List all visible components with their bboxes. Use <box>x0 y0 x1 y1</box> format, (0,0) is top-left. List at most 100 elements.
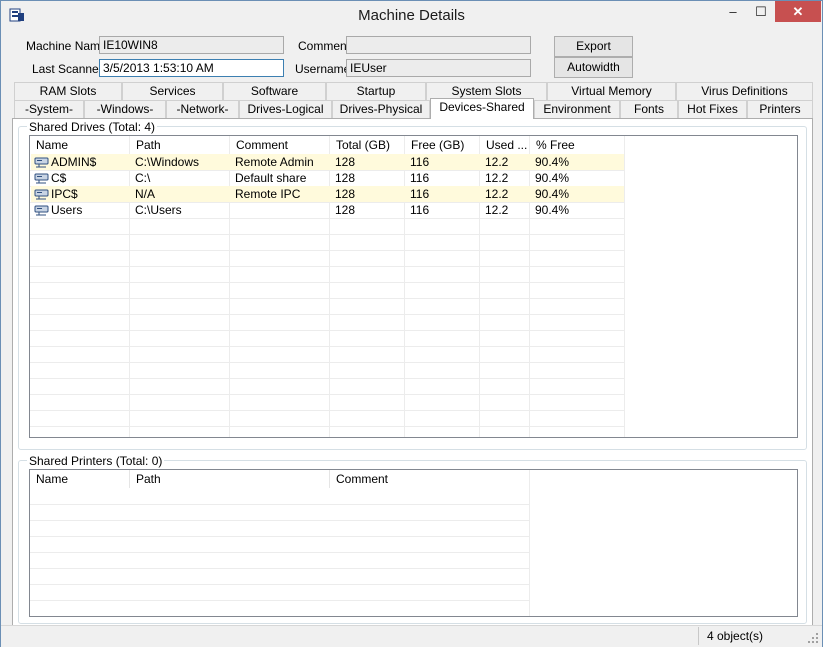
column-header-path[interactable]: Path <box>130 136 230 154</box>
table-row[interactable]: Users C:\Users 128 116 12.2 90.4% <box>31 202 624 218</box>
printer-column-header-comment[interactable]: Comment <box>330 470 530 488</box>
drive-name: ADMIN$ <box>51 155 97 169</box>
row-divider <box>30 266 625 267</box>
shared-drives-title: Shared Drives (Total: 4) <box>27 120 158 134</box>
table-cell-total-gb: 128 <box>335 187 356 201</box>
row-divider <box>30 394 625 395</box>
row-divider <box>30 378 625 379</box>
export-button[interactable]: Export <box>554 36 633 57</box>
minimize-button[interactable]: – <box>719 1 747 22</box>
tab-drives-physical[interactable]: Drives-Physical <box>332 100 430 118</box>
table-cell-used: 12.2 <box>485 171 509 185</box>
printer-column-header-name[interactable]: Name <box>30 470 130 488</box>
username-label: Username <box>295 62 351 76</box>
tab-network[interactable]: -Network- <box>166 100 239 118</box>
row-divider <box>30 520 530 521</box>
table-cell-name: Users <box>34 202 128 218</box>
shared-drive-icon <box>34 204 50 216</box>
column-header-free[interactable]: % Free <box>530 136 625 154</box>
username-field[interactable]: IEUser <box>346 59 531 77</box>
tab-fonts[interactable]: Fonts <box>620 100 678 118</box>
row-divider <box>30 282 625 283</box>
row-divider <box>30 298 625 299</box>
comment-label: Comment <box>298 39 351 53</box>
tab-startup[interactable]: Startup <box>326 82 426 100</box>
table-cell-free-gb: 116 <box>410 171 430 185</box>
last-scanned-label: Last Scanned <box>32 62 106 76</box>
row-divider <box>30 504 530 505</box>
tab-environment[interactable]: Environment <box>534 100 620 118</box>
tab-virus-definitions[interactable]: Virus Definitions <box>676 82 813 100</box>
tab-hot-fixes[interactable]: Hot Fixes <box>678 100 747 118</box>
table-cell-path: C:\ <box>135 171 151 185</box>
table-cell-comment <box>235 202 329 218</box>
row-divider <box>30 552 530 553</box>
row-divider <box>30 250 625 251</box>
tab-system[interactable]: -System- <box>14 100 84 118</box>
table-cell-path: C:\Users <box>135 203 182 217</box>
tab-services[interactable]: Services <box>122 82 223 100</box>
column-header-total-gb[interactable]: Total (GB) <box>330 136 405 154</box>
table-row[interactable]: IPC$ N/A Remote IPC 128 116 12.2 90.4% <box>31 186 624 202</box>
table-cell-used: 12.2 <box>485 203 509 217</box>
autowidth-button[interactable]: Autowidth <box>554 57 633 78</box>
machine-name-label: Machine Name <box>26 39 107 53</box>
column-divider <box>529 470 530 616</box>
row-divider <box>30 314 625 315</box>
table-row[interactable]: C$ C:\ Default share 128 116 12.2 90.4% <box>31 170 624 186</box>
tab-drives-logical[interactable]: Drives-Logical <box>239 100 332 118</box>
row-divider <box>30 536 530 537</box>
table-cell-used: 12.2 <box>485 187 509 201</box>
table-cell-name: C$ <box>34 170 128 186</box>
last-scanned-field[interactable]: 3/5/2013 1:53:10 AM <box>99 59 284 77</box>
comment-field[interactable] <box>346 36 531 54</box>
table-cell-free: 90.4% <box>535 155 570 169</box>
table-row[interactable]: ADMIN$ C:\Windows Remote Admin 128 116 12.2 90… <box>31 154 624 170</box>
row-divider <box>30 218 625 219</box>
resize-grip-icon[interactable] <box>807 632 819 644</box>
maximize-button[interactable]: ☐ <box>747 1 775 22</box>
column-divider <box>624 136 625 437</box>
table-cell-free: 90.4% <box>535 171 570 185</box>
shared-drive-icon <box>34 188 50 200</box>
table-cell-total-gb: 128 <box>335 171 356 185</box>
table-cell-used: 12.2 <box>485 155 509 169</box>
row-divider <box>30 410 625 411</box>
shared-printers-list[interactable]: Name Path Comment <box>29 469 798 617</box>
shared-printers-title: Shared Printers (Total: 0) <box>27 454 165 468</box>
status-object-count: 4 object(s) <box>698 627 803 645</box>
column-header-used[interactable]: Used ... <box>480 136 530 154</box>
tab-ram-slots[interactable]: RAM Slots <box>14 82 122 100</box>
column-header-comment[interactable]: Comment <box>230 136 330 154</box>
table-cell-path: C:\Windows <box>135 155 200 169</box>
table-cell-comment: Default share <box>235 171 307 185</box>
tab-windows[interactable]: -Windows- <box>84 100 166 118</box>
table-cell-free-gb: 116 <box>410 203 430 217</box>
row-divider <box>30 346 625 347</box>
row-divider <box>30 584 530 585</box>
machine-name-field[interactable]: IE10WIN8 <box>99 36 284 54</box>
column-header-free-gb[interactable]: Free (GB) <box>405 136 480 154</box>
tab-software[interactable]: Software <box>223 82 326 100</box>
tab-devices-shared[interactable]: Devices-Shared <box>430 98 534 119</box>
close-button[interactable]: ✕ <box>775 1 821 22</box>
status-bar: 4 object(s) <box>1 625 822 647</box>
devices-shared-panel: Shared Drives (Total: 4) Name Path Comment… <box>12 118 813 627</box>
printer-column-header-path[interactable]: Path <box>130 470 330 488</box>
table-cell-comment: Remote IPC <box>235 187 301 201</box>
drive-name: IPC$ <box>51 187 78 201</box>
column-header-name[interactable]: Name <box>30 136 130 154</box>
table-cell-free: 90.4% <box>535 203 570 217</box>
row-divider <box>30 426 625 427</box>
table-cell-free-gb: 116 <box>410 187 430 201</box>
table-cell-comment: Remote Admin <box>235 155 314 169</box>
shared-drives-list[interactable]: Name Path Comment Total (GB) Free (GB) Used .… <box>29 135 798 438</box>
table-cell-total-gb: 128 <box>335 203 356 217</box>
tab-virtual-memory[interactable]: Virtual Memory <box>547 82 676 100</box>
tab-printers[interactable]: Printers <box>747 100 813 118</box>
shared-drive-icon <box>34 156 50 168</box>
table-cell-total-gb: 128 <box>335 155 356 169</box>
table-cell-free-gb: 116 <box>410 155 430 169</box>
table-cell-path: N/A <box>135 187 156 201</box>
machine-details-window: Machine Details – ☐ ✕ Machine Name IE10W… <box>0 0 823 647</box>
